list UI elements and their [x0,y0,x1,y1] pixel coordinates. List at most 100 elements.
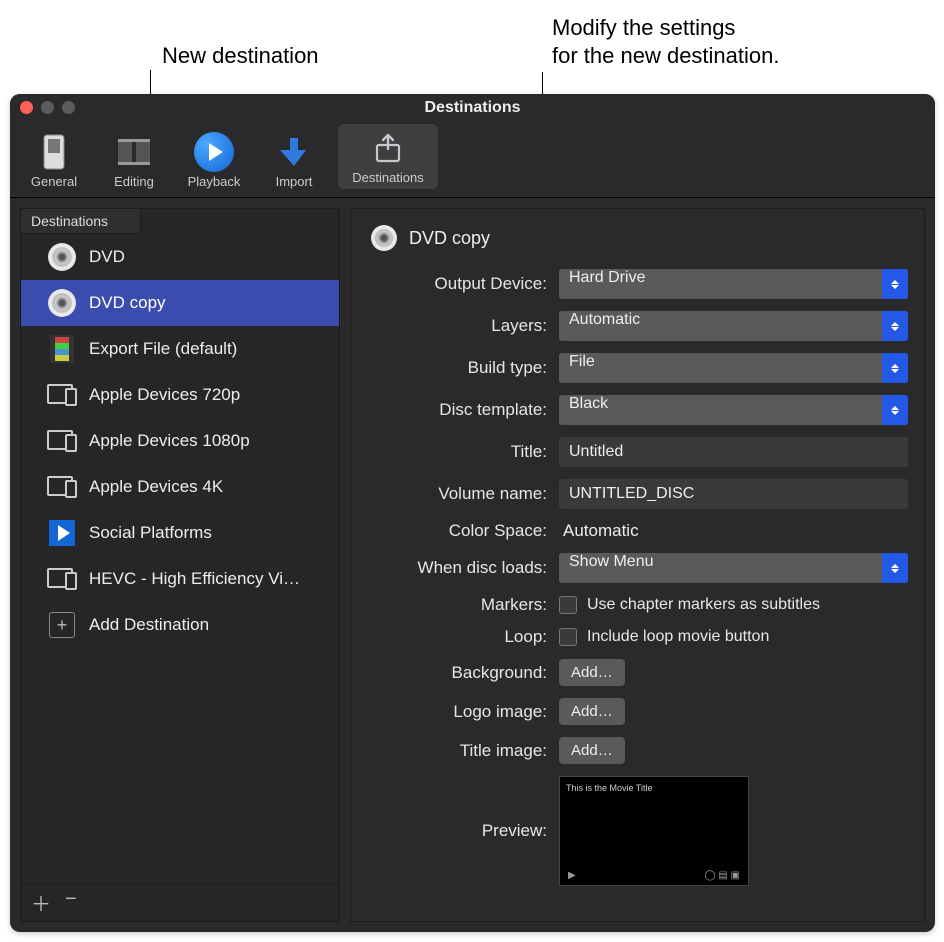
preferences-window: Destinations General Editing Playback I [10,94,935,932]
window-controls [20,101,75,114]
toolbar-tab-playback[interactable]: Playback [178,132,250,189]
sidebar-item-label: Apple Devices 1080p [89,431,250,451]
toolbar-label: Playback [188,174,241,189]
label-color-space: Color Space: [367,521,547,541]
destinations-list: DVD DVD copy Export File (default) Apple… [21,234,339,883]
sidebar-item-add-destination[interactable]: + Add Destination [21,602,339,648]
title-image-add-button[interactable]: Add… [559,737,625,764]
chevron-updown-icon [882,311,908,341]
volume-name-input[interactable] [559,479,908,509]
sidebar-item-hevc[interactable]: HEVC - High Efficiency Vi… [21,556,339,602]
markers-text: Use chapter markers as subtitles [587,596,820,614]
label-loop: Loop: [367,627,547,647]
markers-row: Use chapter markers as subtitles [559,596,908,614]
remove-button[interactable]: − [65,888,77,917]
import-icon [274,132,314,172]
sidebar-item-label: DVD [89,247,125,267]
close-window-button[interactable] [20,101,33,114]
label-build-type: Build type: [367,358,547,378]
label-layers: Layers: [367,316,547,336]
sidebar-item-apple-1080p[interactable]: Apple Devices 1080p [21,418,339,464]
preview-right-icons: ◯ ▤ ▣ [704,870,740,881]
select-value: Hard Drive [559,269,908,299]
sidebar-item-label: Social Platforms [89,523,212,543]
toolbar-tab-import[interactable]: Import [258,132,330,189]
sidebar-item-social-platforms[interactable]: Social Platforms [21,510,339,556]
sidebar-item-label: Apple Devices 4K [89,477,223,497]
build-type-select[interactable]: File [559,353,908,383]
plus-box-icon: + [47,610,77,640]
output-device-select[interactable]: Hard Drive [559,269,908,299]
sidebar-item-dvd-copy[interactable]: DVD copy [21,280,339,326]
playback-icon [194,132,234,172]
chevron-updown-icon [882,353,908,383]
label-title-image: Title image: [367,741,547,761]
preferences-toolbar: General Editing Playback Import Destinat… [10,122,935,198]
detail-title: DVD copy [409,228,490,249]
toolbar-label: Editing [114,174,154,189]
label-volume-name: Volume name: [367,484,547,504]
select-value: File [559,353,908,383]
destination-detail-panel: DVD copy Output Device: Hard Drive Layer… [350,208,925,922]
label-disc-loads: When disc loads: [367,558,547,578]
settings-form: Output Device: Hard Drive Layers: Automa… [367,269,908,886]
preview-thumbnail: This is the Movie Title ▶ ◯ ▤ ▣ [559,776,749,886]
detail-header: DVD copy [371,225,908,251]
sidebar-item-label: HEVC - High Efficiency Vi… [89,569,300,589]
label-output-device: Output Device: [367,274,547,294]
sidebar-header: Destinations [21,209,141,234]
titlebar: Destinations [10,94,935,122]
label-preview: Preview: [367,821,547,841]
general-icon [34,132,74,172]
toolbar-tab-editing[interactable]: Editing [98,132,170,189]
disc-template-select[interactable]: Black [559,395,908,425]
logo-image-add-button[interactable]: Add… [559,698,625,725]
sidebar-item-apple-720p[interactable]: Apple Devices 720p [21,372,339,418]
sidebar-item-label: Export File (default) [89,339,237,359]
minimize-window-button[interactable] [41,101,54,114]
destinations-sidebar: Destinations DVD DVD copy Export File (d… [20,208,340,922]
sidebar-item-label: Apple Devices 720p [89,385,240,405]
label-title: Title: [367,442,547,462]
add-button[interactable]: ＋ [31,888,51,917]
devices-icon [47,380,77,410]
sidebar-item-label: Add Destination [89,615,209,635]
toolbar-label: Import [276,174,313,189]
chevron-updown-icon [882,269,908,299]
disc-icon [47,288,77,318]
select-value: Black [559,395,908,425]
disc-icon [47,242,77,272]
label-markers: Markers: [367,595,547,615]
chevron-updown-icon [882,395,908,425]
devices-icon [47,426,77,456]
editing-icon [114,132,154,172]
sidebar-footer: ＋ − [21,883,339,921]
play-icon: ▶ [568,870,576,881]
sidebar-item-dvd[interactable]: DVD [21,234,339,280]
disc-loads-select[interactable]: Show Menu [559,553,908,583]
toolbar-tab-destinations[interactable]: Destinations [338,124,438,189]
social-icon [47,518,77,548]
callout-new-destination: New destination [162,42,319,70]
window-title: Destinations [10,94,935,122]
loop-checkbox[interactable] [559,628,577,646]
destinations-icon [368,128,408,168]
film-icon [47,334,77,364]
toolbar-label: General [31,174,77,189]
zoom-window-button[interactable] [62,101,75,114]
toolbar-label: Destinations [352,170,424,185]
markers-checkbox[interactable] [559,596,577,614]
window-body: Destinations DVD DVD copy Export File (d… [10,198,935,932]
background-add-button[interactable]: Add… [559,659,625,686]
title-input[interactable] [559,437,908,467]
label-disc-template: Disc template: [367,400,547,420]
annotation-callouts: New destination Modify the settings for … [0,0,944,96]
sidebar-item-apple-4k[interactable]: Apple Devices 4K [21,464,339,510]
sidebar-item-export-file[interactable]: Export File (default) [21,326,339,372]
preview-controls: ▶ ◯ ▤ ▣ [560,865,748,885]
toolbar-tab-general[interactable]: General [18,132,90,189]
layers-select[interactable]: Automatic [559,311,908,341]
label-logo-image: Logo image: [367,702,547,722]
devices-icon [47,472,77,502]
sidebar-item-label: DVD copy [89,293,166,313]
